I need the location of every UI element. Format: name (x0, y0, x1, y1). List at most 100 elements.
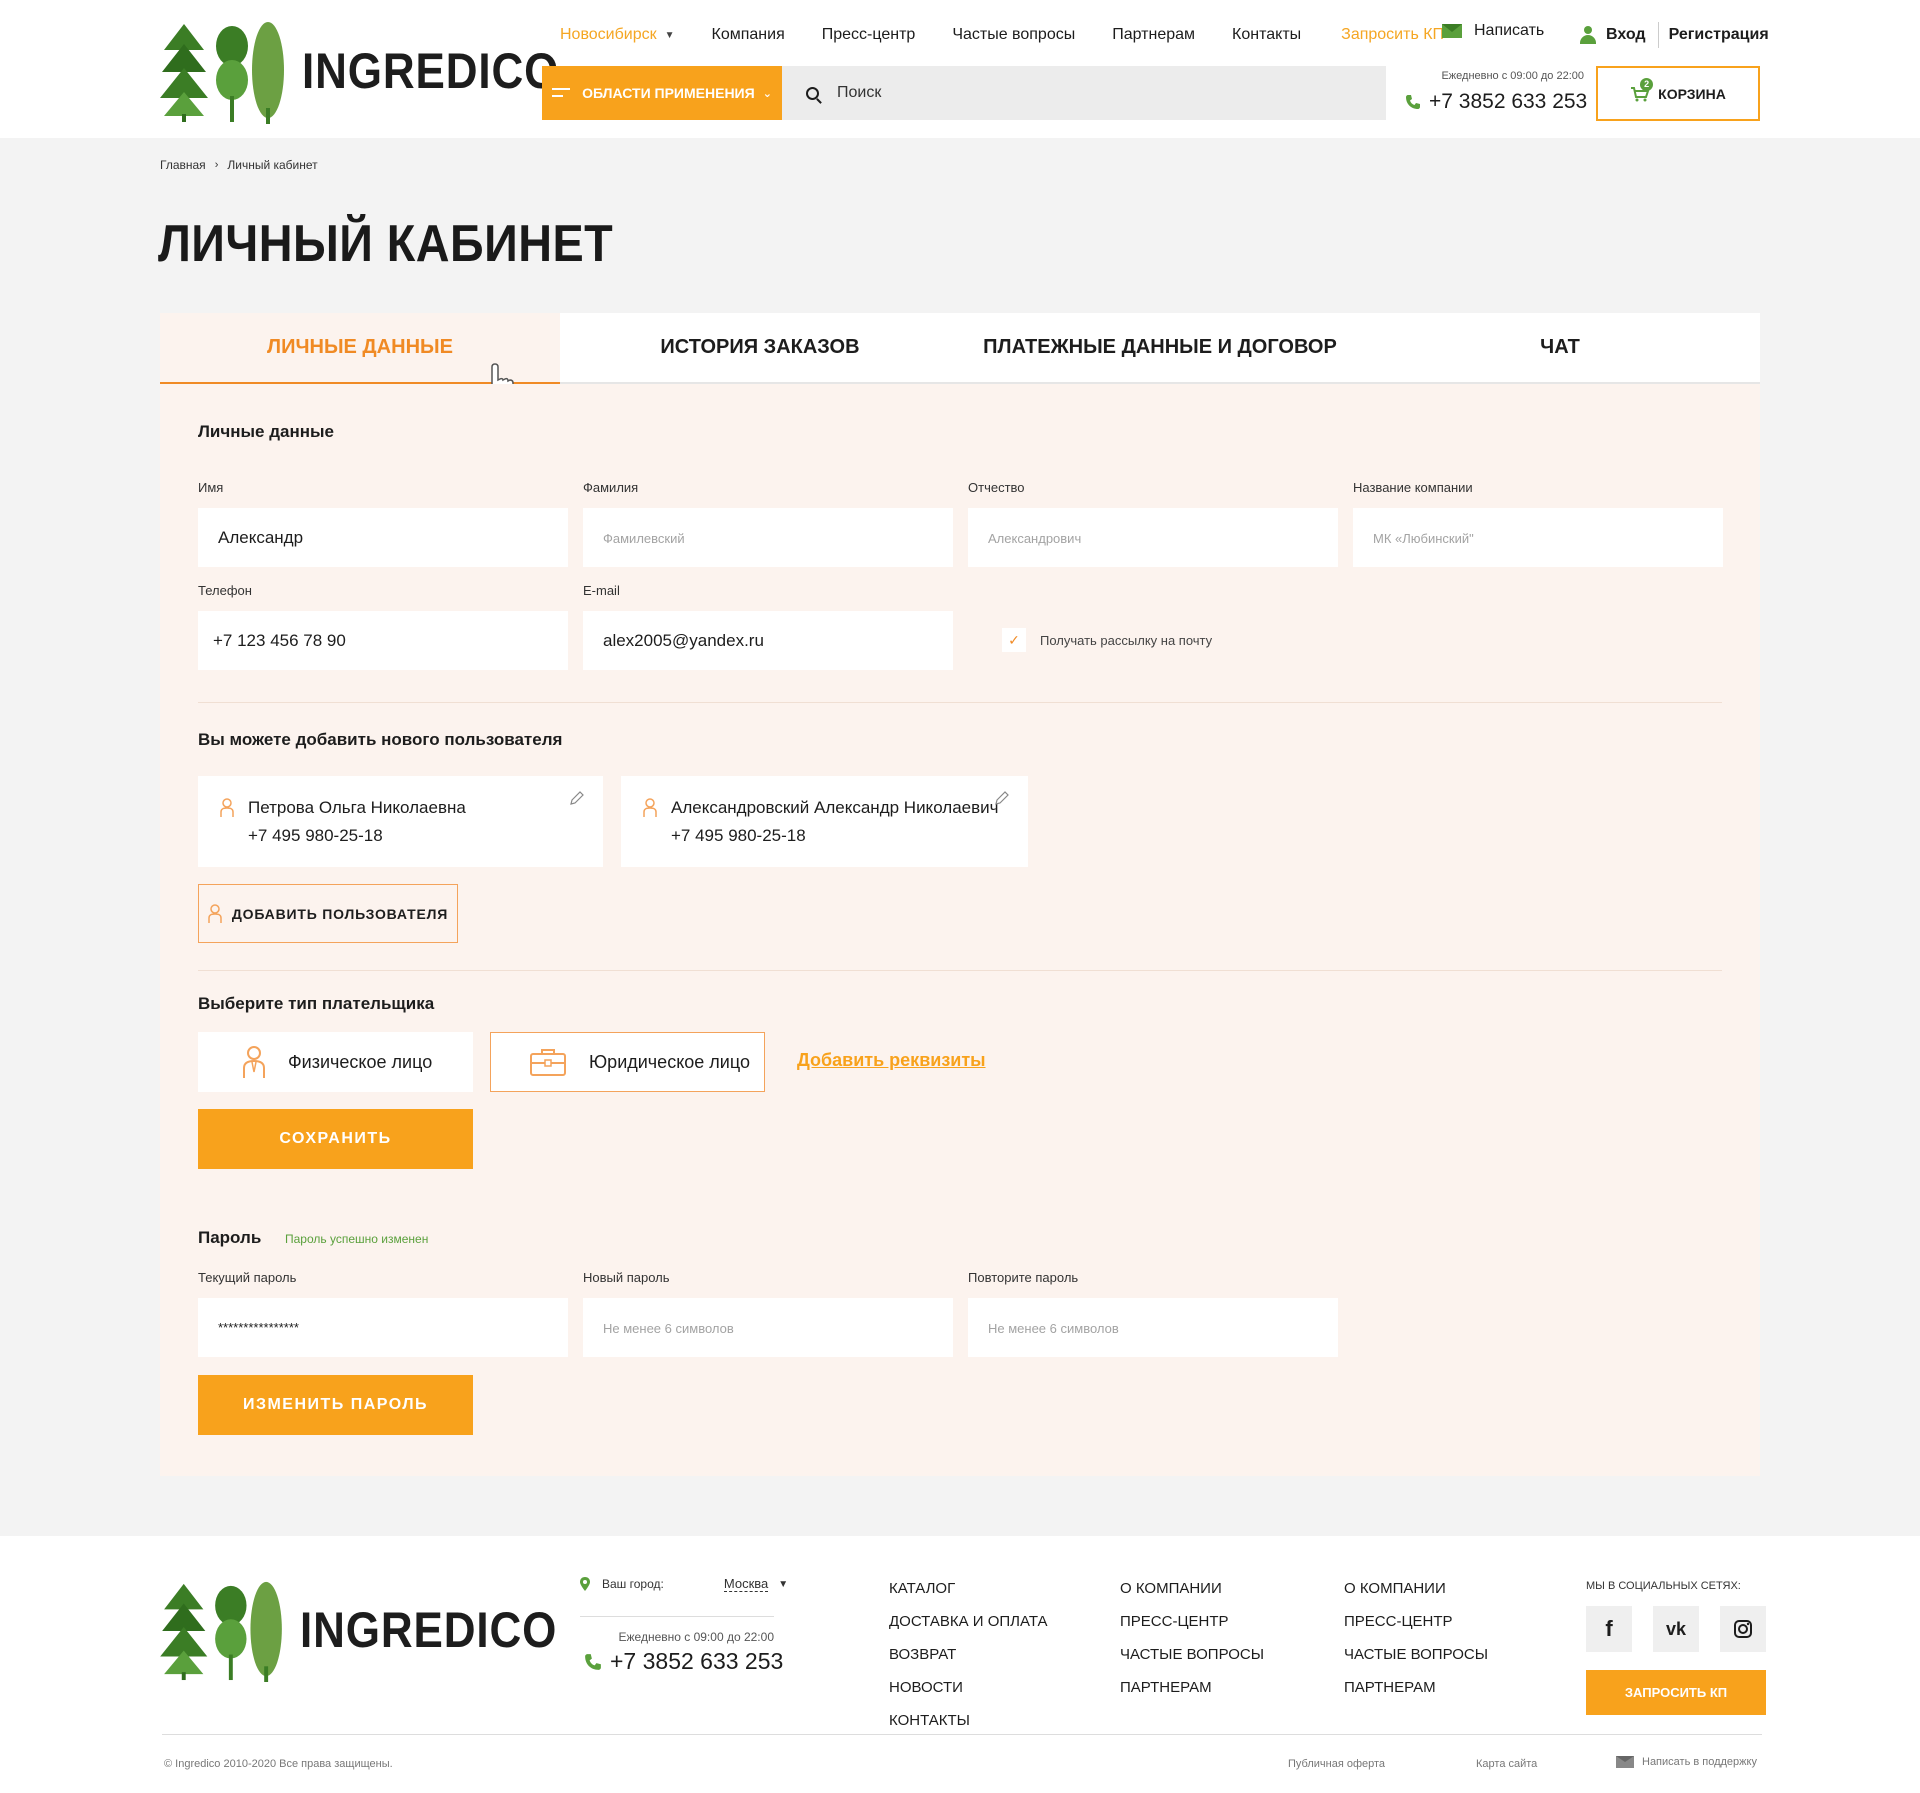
newsletter-checkbox[interactable]: ✓ Получать рассылку на почту (1002, 628, 1212, 652)
payer-legal-option[interactable]: Юридическое лицо (490, 1032, 765, 1092)
write-link[interactable]: Написать (1442, 22, 1544, 40)
support-link[interactable]: Написать в поддержку (1616, 1756, 1757, 1768)
patronymic-field[interactable] (968, 508, 1338, 567)
user-card: Петрова Ольга Николаевна +7 495 980-25-1… (198, 776, 603, 867)
footer-request-kp-button[interactable]: ЗАПРОСИТЬ КП (1586, 1670, 1766, 1715)
nav-faq[interactable]: Частые вопросы (952, 26, 1075, 44)
nav-press[interactable]: Пресс-центр (822, 26, 916, 44)
nav-contacts[interactable]: Контакты (1232, 26, 1301, 44)
footer-phone-link[interactable]: +7 3852 633 253 (584, 1648, 783, 1675)
save-button[interactable]: СОХРАНИТЬ (198, 1109, 473, 1169)
page-title: ЛИЧНЫЙ КАБИНЕТ (158, 215, 614, 273)
footer-link-contacts[interactable]: КОНТАКТЫ (889, 1704, 1048, 1737)
footer-phone-number: +7 3852 633 253 (610, 1648, 784, 1674)
label-email: E-mail (583, 583, 620, 598)
add-user-label: ДОБАВИТЬ ПОЛЬЗОВАТЕЛЯ (231, 905, 449, 922)
copyright: © Ingredico 2010-2020 Все права защищены… (164, 1758, 393, 1770)
login-link[interactable]: Вход (1606, 26, 1646, 44)
footer-link-about[interactable]: О КОМПАНИИ (1344, 1572, 1488, 1605)
breadcrumb-home[interactable]: Главная (160, 158, 206, 172)
email-field[interactable] (583, 611, 953, 670)
register-link[interactable]: Регистрация (1669, 26, 1769, 44)
footer-link-faq[interactable]: ЧАСТЫЕ ВОПРОСЫ (1120, 1638, 1264, 1671)
change-password-button[interactable]: ИЗМЕНИТЬ ПАРОЛЬ (198, 1375, 473, 1435)
request-kp-link[interactable]: Запросить КП (1341, 26, 1444, 44)
logo-trees-icon (160, 1581, 282, 1682)
nav-partners[interactable]: Партнерам (1112, 26, 1195, 44)
footer-link-catalog[interactable]: КАТАЛОГ (889, 1572, 1048, 1605)
footer-link-returns[interactable]: ВОЗВРАТ (889, 1638, 1048, 1671)
last-name-field[interactable] (583, 508, 953, 567)
divider (1657, 22, 1659, 48)
pencil-icon[interactable] (569, 790, 585, 806)
phone-field[interactable] (198, 611, 568, 670)
footer-logo[interactable]: INGREDICO (158, 1578, 592, 1682)
pencil-icon[interactable] (994, 790, 1010, 806)
label-patronymic: Отчество (968, 480, 1025, 495)
current-password-field[interactable] (198, 1298, 568, 1357)
cart-icon: 2 (1630, 77, 1654, 102)
label-repeat-password: Повторите пароль (968, 1270, 1079, 1285)
footer-link-news[interactable]: НОВОСТИ (889, 1671, 1048, 1704)
phone-number: +7 3852 633 253 (1429, 90, 1588, 113)
chevron-down-icon: ▼ (778, 1578, 789, 1590)
cart-count-badge: 2 (1640, 77, 1654, 91)
sitemap-link[interactable]: Карта сайта (1476, 1758, 1537, 1770)
add-user-button[interactable]: ДОБАВИТЬ ПОЛЬЗОВАТЕЛЯ (198, 884, 458, 943)
divider (580, 1616, 774, 1617)
footer-column-2: О КОМПАНИИ ПРЕСС-ЦЕНТР ЧАСТЫЕ ВОПРОСЫ ПА… (1120, 1572, 1264, 1704)
cart-button[interactable]: 2 КОРЗИНА (1596, 66, 1760, 121)
public-offer-link[interactable]: Публичная оферта (1288, 1758, 1385, 1770)
facebook-icon[interactable]: f (1586, 1606, 1632, 1652)
label-last-name: Фамилия (583, 480, 639, 495)
user-name: Петрова Ольга Николаевна (248, 798, 466, 817)
user-name: Александровский Александр Николаевич (671, 798, 999, 817)
company-field[interactable] (1353, 508, 1723, 567)
user-icon (208, 903, 222, 923)
site-footer: INGREDICO Ваш город: Москва ▼ Ежедневно … (0, 1536, 1920, 1793)
vk-icon[interactable]: vk (1653, 1606, 1699, 1652)
phone-icon (585, 1653, 601, 1670)
site-header: INGREDICO Новосибирск ▼ Компания Пресс-ц… (0, 0, 1920, 138)
add-requisites-link[interactable]: Добавить реквизиты (797, 1050, 986, 1071)
account-tabs: ЛИЧНЫЕ ДАННЫЕ ИСТОРИЯ ЗАКАЗОВ ПЛАТЕЖНЫЕ … (160, 313, 1760, 384)
write-label: Написать (1474, 22, 1545, 39)
areas-label: ОБЛАСТИ ПРИМЕНЕНИЯ (582, 85, 755, 101)
first-name-field[interactable] (198, 508, 568, 567)
label-first-name: Имя (198, 480, 224, 495)
label-current-password: Текущий пароль (198, 1270, 297, 1285)
areas-button[interactable]: ОБЛАСТИ ПРИМЕНЕНИЯ ⌄ (542, 66, 782, 120)
location-pin-icon (580, 1577, 590, 1591)
search-icon[interactable] (806, 86, 819, 100)
tab-order-history[interactable]: ИСТОРИЯ ЗАКАЗОВ (560, 313, 960, 382)
nav-company[interactable]: Компания (712, 26, 785, 44)
city-name: Москва (723, 1576, 769, 1592)
footer-link-faq[interactable]: ЧАСТЫЕ ВОПРОСЫ (1344, 1638, 1488, 1671)
user-card: Александровский Александр Николаевич +7 … (621, 776, 1028, 867)
footer-link-partners[interactable]: ПАРТНЕРАМ (1344, 1671, 1488, 1704)
section-title-password: Пароль (198, 1228, 262, 1247)
new-password-field[interactable] (583, 1298, 953, 1357)
city-label: Ваш город: (602, 1577, 664, 1591)
footer-logo-text: INGREDICO (300, 1602, 558, 1658)
chevron-down-icon: ⌄ (762, 87, 772, 100)
footer-link-about[interactable]: О КОМПАНИИ (1120, 1572, 1264, 1605)
breadcrumb: Главная › Личный кабинет (160, 158, 318, 172)
tab-chat[interactable]: ЧАТ (1360, 313, 1760, 382)
personal-data-panel: Личные данные Имя Фамилия Отчество Назва… (160, 384, 1760, 1476)
tab-payment-contract[interactable]: ПЛАТЕЖНЫЕ ДАННЫЕ И ДОГОВОР (960, 313, 1360, 382)
footer-city-selector[interactable]: Ваш город: Москва ▼ (580, 1576, 788, 1592)
footer-link-press[interactable]: ПРЕСС-ЦЕНТР (1120, 1605, 1264, 1638)
payer-individual-option[interactable]: Физическое лицо (198, 1032, 473, 1092)
instagram-icon[interactable] (1720, 1606, 1766, 1652)
phone-link[interactable]: +7 3852 633 253 (1405, 90, 1587, 114)
footer-link-partners[interactable]: ПАРТНЕРАМ (1120, 1671, 1264, 1704)
footer-link-delivery[interactable]: ДОСТАВКА И ОПЛАТА (889, 1605, 1048, 1638)
search-input[interactable] (837, 84, 1337, 102)
city-selector[interactable]: Новосибирск ▼ (560, 26, 675, 44)
chevron-down-icon: ▼ (664, 29, 675, 41)
repeat-password-field[interactable] (968, 1298, 1338, 1357)
logo[interactable]: INGREDICO (158, 18, 558, 124)
payer-legal-label: Юридическое лицо (589, 1051, 750, 1072)
footer-link-press[interactable]: ПРЕСС-ЦЕНТР (1344, 1605, 1488, 1638)
